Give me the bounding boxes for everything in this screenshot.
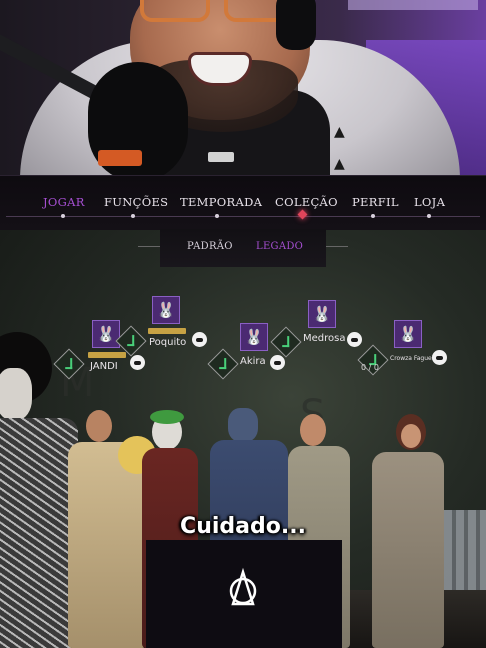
game-logo-panel: [146, 540, 342, 648]
nav-tab-temporada[interactable]: TEMPORADA: [180, 195, 262, 209]
bunny-icon: 🐰: [240, 323, 268, 351]
streamer-webcam: ▲ ▲: [0, 0, 486, 175]
nav-dot: [371, 214, 375, 218]
headset: [276, 0, 316, 50]
player-name-medrosa: Medrosa: [303, 333, 346, 344]
nav-tab-loja[interactable]: LOJA: [414, 195, 445, 209]
player-tag: [148, 328, 186, 334]
background-shelf: [348, 0, 478, 10]
player-score: 0 / 0: [361, 363, 379, 372]
player-name-jandi: JANDI: [90, 361, 118, 372]
nav-dot: [427, 214, 431, 218]
main-navigation: JOGAR FUNÇÕES TEMPORADA COLEÇÃO PERFIL L…: [0, 175, 486, 230]
nav-tab-perfil[interactable]: PERFIL: [352, 195, 399, 209]
nav-dot: [131, 214, 135, 218]
nav-tab-colecao[interactable]: COLEÇÃO: [275, 195, 338, 209]
bunny-icon: 🐰: [152, 296, 180, 324]
microphone-brand: [98, 150, 142, 166]
player-tag: [88, 352, 126, 358]
subnav-ornament: [326, 246, 348, 247]
clothing-logo-icon: ▲: [334, 156, 345, 172]
nav-tab-funcoes[interactable]: FUNÇÕES: [104, 195, 168, 209]
subtab-legado[interactable]: LEGADO: [256, 241, 303, 252]
check-icon: [270, 326, 302, 358]
check-icon: [207, 348, 239, 380]
nav-divider: [6, 216, 480, 217]
bunny-icon: 🐰: [92, 320, 120, 348]
nav-active-indicator-icon: [297, 209, 308, 220]
chest-badge: [208, 152, 234, 162]
chat-bubble-icon[interactable]: [347, 332, 362, 347]
stream-caption: Cuidado...: [180, 514, 306, 539]
subtab-padrao[interactable]: PADRÃO: [187, 241, 233, 252]
nav-tab-jogar[interactable]: JOGAR: [43, 195, 85, 209]
bunny-icon: 🐰: [308, 300, 336, 328]
chat-bubble-icon[interactable]: [432, 350, 447, 365]
player-name-poquito: Poquito: [149, 337, 187, 348]
clothing-logo-icon: ▲: [334, 124, 345, 140]
streamer-glasses: [140, 0, 294, 22]
subnav-ornament: [138, 246, 160, 247]
game-emblem-icon: [229, 567, 257, 606]
nav-dot: [215, 214, 219, 218]
chat-bubble-icon[interactable]: [192, 332, 207, 347]
player-name-akira: Akira: [240, 356, 266, 367]
sub-navigation: PADRÃO LEGADO: [160, 229, 326, 267]
nav-dot: [61, 214, 65, 218]
chat-bubble-icon[interactable]: [130, 355, 145, 370]
chat-bubble-icon[interactable]: [270, 355, 285, 370]
bunny-icon: 🐰: [394, 320, 422, 348]
